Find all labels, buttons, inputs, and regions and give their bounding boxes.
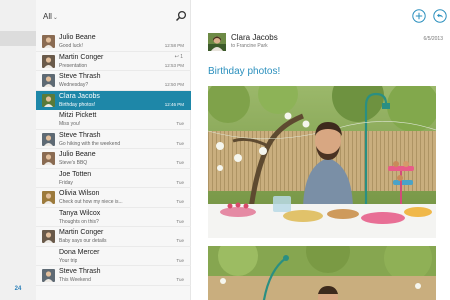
message-sender: Martin Conger <box>59 229 104 236</box>
message-preview: Steve's BBQ <box>59 160 88 166</box>
avatar <box>42 54 55 68</box>
message-preview: Friday <box>59 179 73 186</box>
message-time: Tue <box>176 199 184 204</box>
message-time: Tue <box>176 257 184 263</box>
message-time: Tue <box>176 160 184 165</box>
message-item[interactable]: Martin Conger Baby says our details Tue <box>36 227 191 247</box>
message-item[interactable]: Steve Thrash This Weekend Tue <box>36 266 191 286</box>
message-sender: Joe Totten <box>59 170 92 178</box>
message-time: Tue <box>176 140 184 146</box>
message-preview: Baby says our details <box>59 238 107 244</box>
message-subject: Birthday photos! <box>208 66 281 77</box>
avatar <box>42 132 55 146</box>
message-sender: Steve Thrash <box>59 268 101 275</box>
message-preview: Good luck! <box>59 43 83 49</box>
message-time: 12:50 PM <box>164 82 184 87</box>
message-time: Tue <box>176 179 184 185</box>
message-preview: This Weekend <box>59 277 91 283</box>
message-item[interactable]: Steve Thrash Go hiking with the weekend … <box>36 130 191 149</box>
avatar <box>42 230 55 243</box>
sender-name[interactable]: Clara Jacobs <box>231 33 278 42</box>
respond-button[interactable] <box>433 9 447 23</box>
recipient-line: to Francine Park <box>231 43 268 49</box>
message-sender: Steve Thrash <box>59 131 101 139</box>
list-header: All⌄ <box>36 0 191 32</box>
message-time: 12:58 PM <box>164 43 184 48</box>
avatar <box>42 93 55 107</box>
message-sender: Mitzi Pickett <box>59 112 97 119</box>
message-sender: Clara Jacobs <box>59 92 100 100</box>
message-preview: Wednesday? <box>59 82 89 88</box>
avatar <box>42 191 55 204</box>
message-sender: Martin Conger <box>59 53 104 61</box>
rail-selected-folder[interactable] <box>0 31 36 46</box>
unread-count[interactable]: 24 <box>0 286 36 292</box>
message-list-pane: All⌄ Julio Beane Good luck! 12:58 PM Mar… <box>36 0 191 300</box>
message-item[interactable]: Dona Mercer Your trip Tue <box>36 247 191 266</box>
message-time: Tue <box>176 121 184 126</box>
sender-avatar <box>208 33 226 51</box>
message-list: Julio Beane Good luck! 12:58 PM Martin C… <box>36 32 191 286</box>
message-time: Tue <box>176 277 184 282</box>
avatar <box>42 269 55 282</box>
message-sender: Julio Beane <box>59 151 96 158</box>
birthday-photo-1[interactable] <box>208 86 436 238</box>
folder-rail: 24 <box>0 0 36 300</box>
message-item[interactable]: Steve Thrash Wednesday? 12:50 PM <box>36 71 191 91</box>
message-item[interactable]: Tanya Wilcox Thoughts on this? Tue <box>36 208 191 227</box>
message-preview: Birthday photos! <box>59 101 96 108</box>
message-item[interactable]: Mitzi Pickett Miss you! Tue <box>36 110 191 130</box>
message-item[interactable]: Julio Beane Good luck! 12:58 PM <box>36 32 191 52</box>
message-date: 6/5/2013 <box>423 36 443 42</box>
chevron-down-icon: ⌄ <box>52 15 58 21</box>
message-sender: Steve Thrash <box>59 73 101 80</box>
filter-label: All <box>43 12 52 21</box>
new-message-button[interactable] <box>412 9 426 23</box>
message-preview: Presentation <box>59 62 88 69</box>
message-preview: Thoughts on this? <box>59 218 99 225</box>
message-time: 12:46 PM <box>164 101 184 107</box>
birthday-photo-2[interactable] <box>208 246 436 300</box>
reply-count-icon: ↩ 1 <box>174 53 183 60</box>
message-preview: Check out how my niece is... <box>59 199 123 205</box>
message-item[interactable]: Martin Conger ↩ 1 Presentation 12:53 PM <box>36 52 191 71</box>
message-item-selected[interactable]: Clara Jacobs Birthday photos! 12:46 PM <box>36 90 191 110</box>
message-item[interactable]: Olivia Wilson Check out how my niece is.… <box>36 188 191 208</box>
message-preview: Go hiking with the weekend <box>59 140 121 147</box>
message-preview: Your trip <box>59 257 78 264</box>
message-time: 12:53 PM <box>164 62 184 68</box>
message-sender: Dona Mercer <box>59 248 100 256</box>
message-time: Tue <box>176 218 184 224</box>
avatar <box>42 74 55 87</box>
message-sender: Olivia Wilson <box>59 190 100 197</box>
avatar <box>42 152 55 165</box>
message-item[interactable]: Julio Beane Steve's BBQ Tue <box>36 149 191 169</box>
message-item[interactable]: Joe Totten Friday Tue <box>36 169 191 188</box>
search-icon[interactable] <box>175 10 187 22</box>
message-sender: Tanya Wilcox <box>59 209 101 217</box>
message-time: Tue <box>176 238 184 243</box>
message-preview: Miss you! <box>59 121 81 127</box>
filter-dropdown[interactable]: All⌄ <box>43 12 58 21</box>
reading-pane: Clara Jacobs to Francine Park 6/5/2013 B… <box>191 0 450 300</box>
message-sender: Julio Beane <box>59 34 96 41</box>
avatar <box>42 35 55 48</box>
